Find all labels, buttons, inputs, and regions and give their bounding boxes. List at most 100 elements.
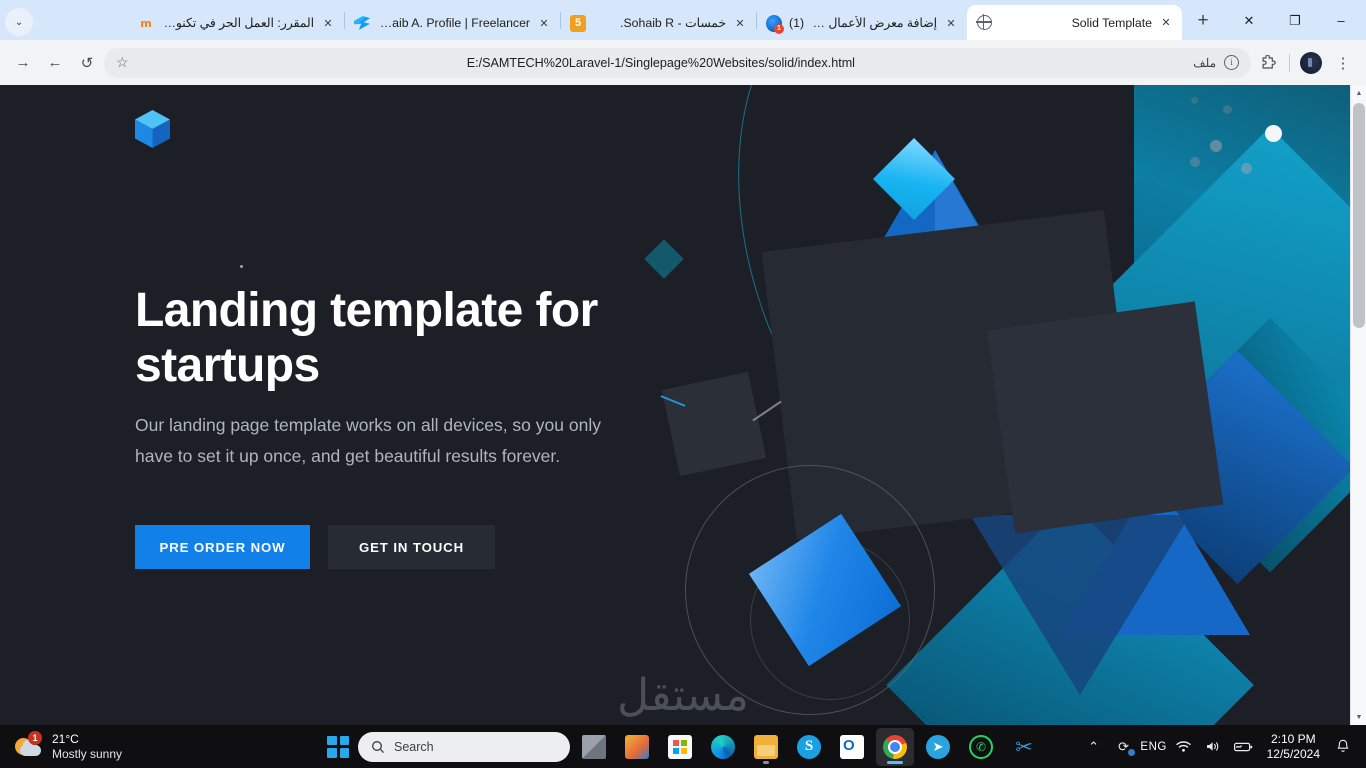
system-tray: ⌃ ⟳ ENG 2:10 PM 12/5/2024 (1081, 725, 1366, 768)
freelancer-icon (354, 15, 370, 31)
sync-icon[interactable]: ⟳ (1111, 732, 1137, 762)
browser-menu-icon[interactable]: ⋮ (1328, 48, 1358, 78)
taskbar-app-skype[interactable]: S (790, 728, 828, 766)
weather-icon: 1 (14, 730, 44, 760)
scrollbar-thumb[interactable] (1353, 103, 1365, 328)
tab-close-icon[interactable]: ✕ (321, 17, 335, 30)
tab-solid-template[interactable]: ✕ Solid Template (967, 5, 1182, 40)
profile-avatar[interactable] (1296, 48, 1326, 78)
taskbar-app-photos[interactable] (618, 728, 656, 766)
new-tab-button[interactable]: + (1188, 6, 1218, 36)
reload-icon[interactable]: ↺ (72, 48, 102, 78)
address-bar[interactable]: i ملف E:/SAMTECH%20Laravel-1/Singlepage%… (104, 47, 1251, 78)
mostaql-icon (766, 14, 784, 34)
search-placeholder: Search (394, 739, 434, 754)
tab-close-icon[interactable]: ✕ (1159, 16, 1173, 29)
taskbar-center-group: Search S ➤ ✆ ✂ (323, 725, 1043, 768)
clock-time: 2:10 PM (1270, 731, 1316, 746)
tab-list: ✕ Solid Template ✕ إضافة معرض الأعمال | … (38, 0, 1182, 40)
toolbar-separator (1289, 53, 1290, 72)
window-minimize-button[interactable]: – (1318, 3, 1364, 37)
tab-freelancer-profile[interactable]: ✕ Sohaib A. Profile | Freelancer (345, 6, 560, 40)
page-subtitle: Our landing page template works on all d… (135, 415, 601, 466)
get-in-touch-button[interactable]: GET IN TOUCH (328, 525, 495, 569)
tab-title: Solid Template (1071, 15, 1152, 30)
tab-close-icon[interactable]: ✕ (944, 17, 958, 30)
shape-grey-dot (1241, 163, 1252, 174)
tab-moodle-course[interactable]: ✕ المقرر: العمل الحر في تكنولوجـ m (129, 6, 344, 40)
start-button[interactable] (323, 732, 353, 762)
taskbar-app-outlook[interactable] (833, 728, 871, 766)
window-close-button[interactable]: ✕ (1226, 3, 1272, 37)
weather-temperature: 21°C (52, 731, 79, 746)
taskbar-app-telegram[interactable]: ➤ (919, 728, 957, 766)
page-scrollbar[interactable]: ▲ ▼ (1350, 85, 1366, 725)
shape-blue-triangle-inverted (970, 515, 1190, 695)
browser-toolbar: ⋮ i ملف E:/SAMTECH%20Laravel-1/Singlepag… (0, 40, 1366, 85)
taskbar-search-box[interactable]: Search (358, 731, 570, 762)
hero-decorative-artwork (630, 85, 1350, 725)
page-viewport: Landing template for startups Our landin… (0, 85, 1366, 725)
taskbar-app-task-view[interactable] (575, 728, 613, 766)
tab-mostaql-portfolio[interactable]: ✕ إضافة معرض الأعمال | مس (1) (757, 6, 967, 40)
url-text[interactable]: E:/SAMTECH%20Laravel-1/Singlepage%20Webs… (137, 56, 1186, 70)
taskbar-app-chrome[interactable] (876, 727, 914, 766)
tab-close-icon[interactable]: ✕ (733, 17, 747, 30)
khamsat-icon: 5 (570, 14, 586, 32)
pre-order-now-button[interactable]: PRE ORDER NOW (135, 525, 310, 569)
weather-condition: Mostly sunny (52, 746, 123, 761)
taskbar-clock[interactable]: 2:10 PM 12/5/2024 (1261, 732, 1326, 762)
clock-date: 12/5/2024 (1266, 746, 1320, 761)
taskbar-app-microsoft-store[interactable] (661, 728, 699, 766)
weather-widget[interactable]: 1 21°C Mostly sunny (0, 730, 250, 762)
shape-grey-dot (1223, 105, 1232, 114)
notifications-bell-icon[interactable] (1330, 732, 1356, 762)
tray-overflow-icon[interactable]: ⌃ (1081, 732, 1107, 762)
page-title: Landing template for startups (135, 284, 598, 392)
shape-teal-small-diamond (644, 239, 684, 279)
mostaql-watermark: مستقل (617, 670, 749, 721)
language-indicator[interactable]: ENG (1140, 732, 1167, 762)
globe-icon (975, 14, 992, 31)
browser-tab-strip: ✕ ❐ – + ✕ Solid Template ✕ إضافة معرض ال… (0, 0, 1366, 40)
weather-badge: 1 (28, 730, 42, 745)
tab-title: خمسات - Sohaib R. (620, 16, 726, 30)
back-icon[interactable]: ← (40, 48, 70, 78)
site-info-icon[interactable]: i (1224, 55, 1239, 70)
window-controls: ✕ ❐ – (1224, 0, 1366, 40)
tab-close-icon[interactable]: ✕ (537, 17, 551, 30)
wifi-icon[interactable] (1171, 732, 1197, 762)
shape-grey-tick (752, 400, 782, 422)
cta-group: PRE ORDER NOW GET IN TOUCH (135, 525, 495, 569)
tab-unread-count: (1) (789, 16, 805, 30)
weather-text: 21°C Mostly sunny (52, 732, 122, 762)
scroll-up-arrow-icon[interactable]: ▲ (1351, 85, 1366, 101)
battery-icon[interactable] (1231, 732, 1257, 762)
forward-icon[interactable]: → (8, 48, 38, 78)
tab-title: المقرر: العمل الحر في تكنولوجـ (161, 16, 314, 30)
taskbar-app-whatsapp[interactable]: ✆ (962, 728, 1000, 766)
shape-grey-dot (1191, 97, 1198, 104)
search-icon (372, 740, 385, 753)
tab-title: Sohaib A. Profile | Freelancer (377, 16, 530, 30)
window-restore-button[interactable]: ❐ (1272, 3, 1318, 37)
shape-grey-dot (1210, 140, 1222, 152)
tab-khamsat[interactable]: ✕ خمسات - Sohaib R. 5 (561, 6, 756, 40)
extensions-icon[interactable] (1253, 48, 1283, 78)
scroll-down-arrow-icon[interactable]: ▼ (1351, 709, 1366, 725)
tab-search-button[interactable]: ⌄ (5, 8, 33, 36)
taskbar-app-file-explorer[interactable] (747, 728, 785, 766)
cube-logo-icon[interactable] (135, 110, 170, 148)
taskbar-app-vscode[interactable]: ✂ (1005, 728, 1043, 766)
tab-title: إضافة معرض الأعمال | مس (811, 16, 937, 30)
accent-dot (240, 265, 243, 268)
hero-section: Landing template for startups Our landin… (0, 85, 1366, 725)
bookmark-star-icon[interactable]: ☆ (116, 54, 129, 71)
taskbar-app-edge[interactable] (704, 728, 742, 766)
windows-taskbar: 1 21°C Mostly sunny Search S ➤ ✆ ✂ (0, 725, 1366, 768)
moodle-icon: m (140, 16, 152, 30)
shape-dark-square-small (661, 371, 767, 477)
volume-icon[interactable] (1201, 732, 1227, 762)
shape-white-dot (1265, 125, 1282, 142)
shape-grey-dot (1190, 157, 1200, 167)
